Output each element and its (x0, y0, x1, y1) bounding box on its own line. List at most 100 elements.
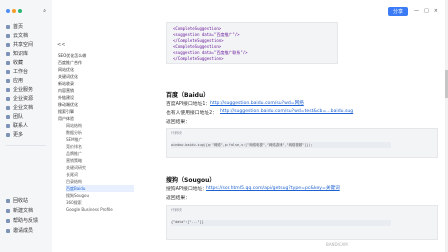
api-link-1[interactable]: http://suggestion.baidu.com/su?wd=网络 (210, 100, 304, 106)
code-line: <CompleteSuggestion> (173, 44, 222, 49)
sidebar-item-6[interactable]: 应用 (0, 76, 52, 85)
home-icon (6, 24, 10, 29)
sidebar-item-5[interactable]: 工作台 (0, 67, 52, 76)
maximize-icon[interactable]: □ (424, 8, 429, 15)
sidebar-item-2[interactable]: 共享空间 (0, 40, 52, 49)
section-title-baidu: 百度（Baidu） (166, 92, 210, 99)
tree-item[interactable]: 网站结构 (66, 122, 134, 129)
sidebar-item-8[interactable]: 企业资源 (0, 94, 52, 103)
contacts-icon (6, 123, 10, 128)
sidebar-bottom-label: 回收站 (13, 198, 29, 204)
sidebar-item-label: 更多 (13, 132, 24, 138)
tree-item[interactable]: SEO优化怎么做 (58, 52, 134, 59)
api-label-1: 百度API接口地址1： (166, 102, 211, 107)
sidebar-item-12[interactable]: 更多 (0, 130, 52, 139)
tree-item[interactable]: 营销策略 (66, 157, 134, 164)
collapse-button[interactable]: << (57, 42, 65, 48)
sidebar-item-label: 云文档 (13, 33, 29, 39)
sidebar-bottom-1[interactable]: 新建文档 (0, 206, 33, 215)
tree-item[interactable]: 外链建设 (58, 94, 134, 101)
sidebar-item-10[interactable]: 团队 (0, 112, 52, 121)
sidebar-item-label: 知识库 (13, 51, 29, 57)
team-icon (6, 114, 10, 119)
tree-item[interactable]: 关键词优化 (58, 73, 134, 80)
api-label-2: 也有人使用接口地址2： (166, 111, 218, 116)
sidebar-bottom-label: 邀请成员 (13, 228, 34, 234)
help-icon (6, 218, 10, 223)
tree-item[interactable]: 新站收录 (58, 80, 134, 87)
sidebar-item-label: 应用 (13, 78, 24, 84)
apps-icon (6, 78, 10, 83)
api-link-2[interactable]: http://suggestion.baidu.com/su?wd=test&c… (220, 109, 353, 114)
invite-icon (6, 228, 10, 233)
tree-item[interactable]: 搜狗Sougou (66, 192, 134, 199)
sidebar-item-11[interactable]: 联系人 (0, 121, 52, 130)
doc-icon (6, 105, 10, 110)
sidebar-item-4[interactable]: 收藏 (0, 58, 52, 67)
sidebar-item-3[interactable]: 知识库 (0, 49, 52, 58)
trash-icon (6, 198, 10, 203)
plus-icon (6, 208, 10, 213)
tree-item[interactable]: 百度推广合作 (58, 59, 134, 66)
tree-item[interactable]: 品牌推广 (66, 150, 134, 157)
sidebar-item-label: 团队 (13, 114, 24, 120)
sidebar-nav: 首页 云文档 共享空间 知识库 收藏 工作台 应用 企业服务 企业资源 企业文档… (0, 22, 52, 139)
code-row: {"data":["..."]} (171, 220, 391, 226)
close-icon[interactable]: × (434, 8, 438, 15)
app-logo (6, 9, 22, 13)
sougou-return-label: 返回结果： (166, 196, 190, 201)
sidebar-bottom-3[interactable]: 邀请成员 (0, 226, 33, 235)
app-sidebar: ⌕ 首页 云文档 共享空间 知识库 收藏 工作台 应用 企业服务 企业资源 企业… (0, 0, 53, 252)
code-line: <CompleteSuggestion> (173, 26, 222, 31)
sidebar-item-1[interactable]: 云文档 (0, 31, 52, 40)
top-bar: 分享 一 □ × (136, 0, 448, 22)
tree-item[interactable]: SEM推广 (66, 136, 134, 143)
sidebar-item-label: 首页 (13, 24, 24, 30)
app-header: ⌕ (0, 0, 52, 22)
tree-item[interactable]: 竞价排名 (66, 143, 134, 150)
sidebar-item-label: 企业服务 (13, 87, 34, 93)
doc-tree: << SEO优化怎么做 百度推广合作 网站优化 关键词优化 新站收录 内容营销 … (52, 0, 137, 252)
tree-item[interactable]: 目录结构 (66, 178, 134, 185)
star-icon (6, 60, 10, 65)
tree-item[interactable]: 长尾词 (66, 171, 134, 178)
sougou-api-link[interactable]: https://sor.html5.qq.com/api/getsug?type… (206, 185, 340, 191)
tree-item[interactable]: 网站优化 (58, 66, 134, 73)
code-row: window.baidu.sug({q:"网络",p:false,s:["网络电… (171, 142, 391, 148)
return-label: 返回结果： (166, 120, 190, 125)
sougou-api-label: 搜狗API接口地址： (166, 187, 208, 192)
tree-item[interactable]: 用户体验 (58, 115, 134, 122)
share-button[interactable]: 分享 (388, 6, 409, 16)
sidebar-item-label: 联系人 (13, 123, 29, 129)
code-block-top: <CompleteSuggestion> <suggestion data="百… (166, 22, 338, 64)
resource-icon (6, 96, 10, 101)
sidebar-item-9[interactable]: 企业文档 (0, 103, 52, 112)
workspace-icon (6, 69, 10, 74)
book-icon (6, 51, 10, 56)
tree-item[interactable]: 搜索引擎 (58, 108, 134, 115)
tree-item[interactable]: 移动端优化 (58, 101, 134, 108)
sidebar-item-7[interactable]: 企业服务 (0, 85, 52, 94)
sidebar-bottom-2[interactable]: 帮助与反馈 (0, 216, 38, 225)
tree-item-active[interactable]: 百度Baidu (66, 185, 134, 192)
sidebar-bottom-0[interactable]: 回收站 (0, 196, 28, 205)
tree-item[interactable]: Google Business Profile (66, 206, 134, 213)
service-icon (6, 87, 10, 92)
sidebar-bottom-label: 帮助与反馈 (13, 218, 39, 224)
code-block-baidu: 代码块 window.baidu.sug({q:"网络",p:false,s:[… (166, 128, 438, 158)
tree-item[interactable]: 关键词研究 (66, 164, 134, 171)
sidebar-item-0[interactable]: 首页 (0, 22, 52, 31)
sidebar-item-label: 企业文档 (13, 105, 34, 111)
more-icon (6, 132, 10, 137)
sidebar-divider (6, 145, 46, 146)
sidebar-item-label: 收藏 (13, 60, 24, 66)
tree-item[interactable]: 360搜索 (66, 199, 134, 206)
watermark: BANDICAM (326, 242, 348, 247)
cloud-icon (6, 33, 10, 38)
tree-item[interactable]: 数据分析 (66, 129, 134, 136)
space-icon (6, 42, 10, 47)
search-icon[interactable]: ⌕ (43, 8, 46, 14)
tree-item[interactable]: 内容营销 (58, 87, 134, 94)
section-title-sougou: 搜狗（Sougou） (166, 177, 216, 184)
minimize-icon[interactable]: 一 (414, 8, 419, 15)
